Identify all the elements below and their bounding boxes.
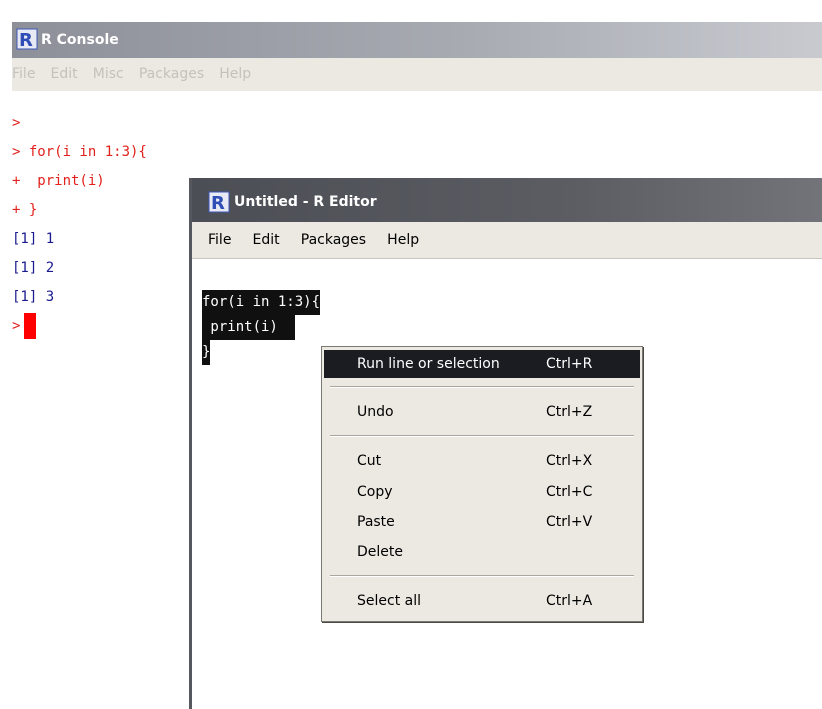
console-title-bar[interactable]: R R Console (12, 22, 822, 58)
menu-item-shortcut: Ctrl+A (546, 593, 593, 609)
menu-item-label: Run line or selection (357, 356, 500, 372)
console-menu-help[interactable]: Help (219, 58, 251, 91)
editor-menu-packages[interactable]: Packages (301, 222, 366, 258)
svg-text:R: R (211, 193, 225, 213)
menu-item-label: Copy (357, 484, 393, 500)
code-line-selected: for(i in 1:3){ (202, 290, 321, 315)
menu-item-label: Delete (357, 544, 403, 560)
menu-item-copy[interactable]: Copy Ctrl+C (324, 478, 640, 506)
menu-separator (330, 435, 634, 437)
menu-item-undo[interactable]: Undo Ctrl+Z (324, 398, 640, 426)
editor-text-area[interactable]: for(i in 1:3){ print(i) } (202, 290, 321, 365)
menu-item-label: Undo (357, 404, 394, 420)
console-menu-file[interactable]: File (12, 58, 35, 91)
menu-item-shortcut: Ctrl+V (546, 514, 593, 530)
console-title: R Console (41, 32, 119, 48)
code-line-selected: } (202, 340, 211, 365)
menu-item-select-all[interactable]: Select all Ctrl+A (324, 587, 640, 615)
menu-item-cut[interactable]: Cut Ctrl+X (324, 447, 640, 475)
editor-menu-file[interactable]: File (208, 222, 231, 258)
text-cursor (24, 313, 37, 339)
menu-separator (330, 575, 634, 577)
menu-item-paste[interactable]: Paste Ctrl+V (324, 508, 640, 536)
editor-title-bar[interactable]: R Untitled - R Editor (192, 178, 822, 222)
r-logo-icon: R (16, 28, 38, 50)
menu-separator (330, 386, 634, 388)
console-line: > for(i in 1:3){ (12, 144, 147, 160)
editor-context-menu: Run line or selection Ctrl+R Undo Ctrl+Z… (321, 346, 643, 622)
menu-item-label: Cut (357, 453, 382, 469)
menu-item-shortcut: Ctrl+Z (546, 404, 593, 420)
editor-menu-bar: File Edit Packages Help (192, 222, 822, 259)
console-menu-packages[interactable]: Packages (139, 58, 204, 91)
menu-item-run-line-or-selection[interactable]: Run line or selection Ctrl+R (324, 350, 640, 378)
console-line: > (12, 115, 21, 131)
menu-item-label: Paste (357, 514, 395, 530)
menu-item-shortcut: Ctrl+C (546, 484, 593, 500)
svg-text:R: R (19, 30, 33, 50)
editor-menu-help[interactable]: Help (387, 222, 419, 258)
console-prompt: > (12, 318, 21, 334)
r-logo-icon: R (208, 191, 230, 213)
console-menu-bar: File Edit Misc Packages Help (12, 58, 822, 91)
editor-title: Untitled - R Editor (234, 194, 377, 210)
menu-item-shortcut: Ctrl+X (546, 453, 593, 469)
console-menu-misc[interactable]: Misc (93, 58, 124, 91)
editor-menu-edit[interactable]: Edit (253, 222, 280, 258)
console-menu-edit[interactable]: Edit (51, 58, 78, 91)
menu-item-shortcut: Ctrl+R (546, 356, 593, 372)
menu-item-delete[interactable]: Delete (324, 538, 640, 566)
code-line-selected: print(i) (202, 315, 295, 340)
menu-item-label: Select all (357, 593, 421, 609)
